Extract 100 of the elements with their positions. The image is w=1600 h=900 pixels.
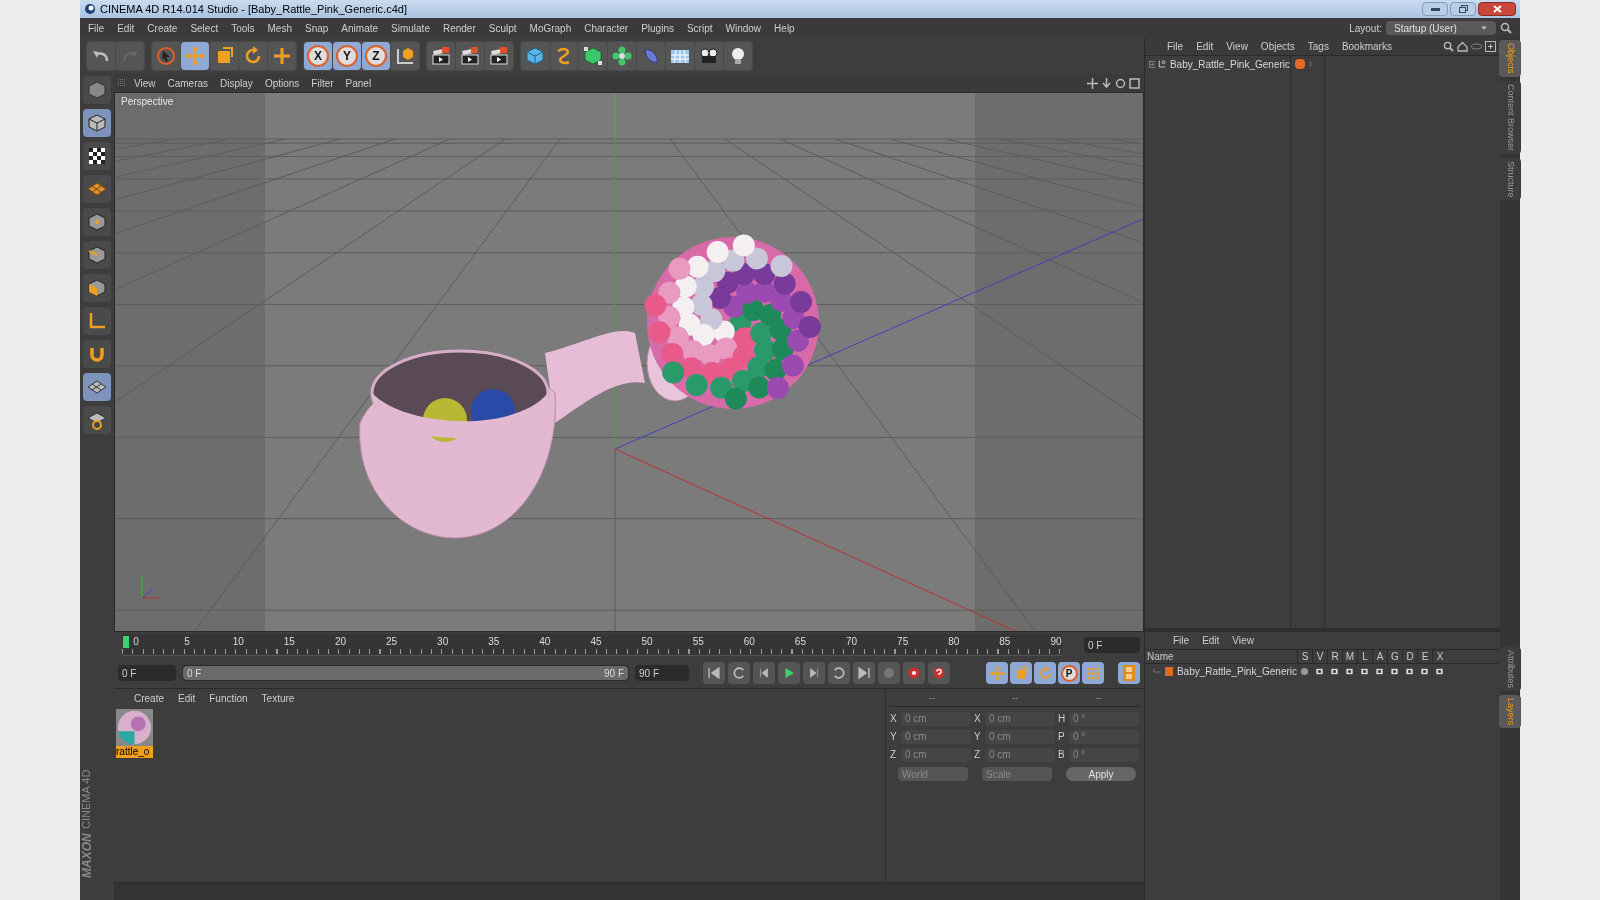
menu-item[interactable]: Panel	[345, 75, 372, 91]
menu-item[interactable]: File	[1173, 633, 1190, 648]
rotate-tool-button[interactable]	[239, 42, 267, 70]
render-tool-button[interactable]	[456, 42, 484, 70]
playback-button[interactable]	[728, 662, 750, 684]
menu-item[interactable]: Function	[209, 690, 248, 706]
minimize-button[interactable]	[1422, 2, 1448, 16]
playback-button[interactable]	[703, 662, 725, 684]
menu-item[interactable]: Options	[264, 75, 300, 91]
axis-lock-button[interactable]: X	[304, 42, 332, 70]
playback-button[interactable]	[753, 662, 775, 684]
playback-button[interactable]	[928, 662, 950, 684]
menu-item[interactable]: Animate	[341, 20, 379, 36]
material-swatch[interactable]: rattle_o	[116, 709, 153, 758]
scale-tool-button[interactable]	[210, 42, 238, 70]
menu-item[interactable]: File	[1167, 39, 1184, 54]
range-slider[interactable]: 0 F 90 F	[183, 666, 628, 680]
menu-item[interactable]: Edit	[1196, 39, 1214, 54]
menu-item[interactable]: Edit	[117, 20, 135, 36]
menu-item[interactable]: Bookmarks	[1341, 39, 1392, 54]
key-mode-button[interactable]	[1034, 662, 1056, 684]
playback-button[interactable]	[778, 662, 800, 684]
menu-item[interactable]: Filter	[311, 75, 334, 91]
eye-icon[interactable]	[1471, 41, 1482, 52]
select-tool-button[interactable]	[152, 42, 180, 70]
rotate-view-icon[interactable]	[1115, 77, 1126, 89]
playback-button[interactable]	[803, 662, 825, 684]
playback-button[interactable]	[853, 662, 875, 684]
key-mode-button[interactable]: P	[1058, 662, 1080, 684]
menu-item[interactable]: Help	[774, 20, 795, 36]
menu-item[interactable]: Display	[220, 75, 253, 91]
axis-lock-button[interactable]: Y	[333, 42, 361, 70]
menu-item[interactable]: Tags	[1307, 39, 1329, 54]
start-frame-field[interactable]: 0 F	[118, 665, 176, 681]
side-tab[interactable]: Attributes	[1499, 646, 1521, 691]
spline-tool-button[interactable]	[550, 42, 578, 70]
move-view-icon[interactable]	[1087, 77, 1098, 89]
side-tab[interactable]: Content Browser	[1499, 80, 1521, 154]
menu-item[interactable]: Snap	[305, 20, 329, 36]
viewport[interactable]: Perspective	[114, 92, 1144, 632]
menu-item[interactable]: Edit	[178, 690, 196, 706]
menu-item[interactable]: Edit	[1202, 633, 1220, 648]
end-frame-field[interactable]: 90 F	[635, 665, 689, 681]
palette-tool-button[interactable]	[83, 142, 111, 170]
coords-tool-button[interactable]	[391, 42, 419, 70]
menu-item[interactable]: Plugins	[641, 20, 674, 36]
menu-item[interactable]: MoGraph	[529, 20, 572, 36]
menu-item[interactable]: Script	[686, 20, 713, 36]
current-frame-field[interactable]: 0 F	[1084, 637, 1140, 653]
menu-item[interactable]: Select	[190, 20, 219, 36]
camera-tool-button[interactable]	[695, 42, 723, 70]
key-mode-button[interactable]	[1010, 662, 1032, 684]
axis-lock-button[interactable]: Z	[362, 42, 390, 70]
menu-item[interactable]: Character	[584, 20, 629, 36]
playback-button[interactable]	[828, 662, 850, 684]
timeline-ruler[interactable]: 0 5 10 15 20 25 30 35 40 45 50 55 60 65 70 75 80 85 90	[122, 634, 1062, 656]
object-name[interactable]: Baby_Rattle_Pink_Generic	[1169, 56, 1290, 72]
timeline-button[interactable]	[1118, 662, 1140, 684]
column-header: S	[1297, 649, 1312, 664]
home-icon[interactable]	[1457, 41, 1468, 52]
column-header: V	[1312, 649, 1327, 664]
render-tool-button[interactable]	[485, 42, 513, 70]
undo-tool-button[interactable]	[87, 42, 115, 70]
cube-tool-button[interactable]	[521, 42, 549, 70]
nurbs-tool-button[interactable]	[579, 42, 607, 70]
menu-item[interactable]: Cameras	[167, 75, 209, 91]
menu-item[interactable]: Window	[725, 20, 762, 36]
layer-name[interactable]: Baby_Rattle_Pink_Generic	[1176, 664, 1297, 679]
menu-item[interactable]: Render	[442, 20, 476, 36]
menu-item[interactable]: Texture	[261, 690, 295, 706]
key-mode-button[interactable]	[986, 662, 1008, 684]
maximize-view-icon[interactable]	[1129, 77, 1140, 89]
floor-tool-button[interactable]	[666, 42, 694, 70]
new-window-icon[interactable]	[1485, 41, 1496, 52]
menu-item[interactable]: Create	[147, 20, 178, 36]
restore-button[interactable]	[1450, 2, 1476, 16]
key-mode-button[interactable]	[1082, 662, 1104, 684]
menu-item[interactable]: View	[1226, 39, 1248, 54]
menu-item[interactable]: Simulate	[391, 20, 430, 36]
layout-dropdown[interactable]: Startup (User)	[1386, 21, 1496, 35]
menu-item[interactable]: Mesh	[267, 20, 292, 36]
menu-item[interactable]: Objects	[1260, 39, 1295, 54]
menu-item[interactable]: Tools	[231, 20, 255, 36]
apply-button[interactable]: Apply	[1066, 767, 1136, 781]
search-icon[interactable]	[1443, 41, 1454, 52]
render-tool-button[interactable]	[427, 42, 455, 70]
menu-item[interactable]: Create	[134, 690, 164, 706]
side-tab[interactable]: Structure	[1499, 157, 1521, 201]
playhead-marker[interactable]	[123, 636, 129, 648]
menu-item[interactable]: View	[134, 75, 156, 91]
add-tool-button[interactable]	[268, 42, 296, 70]
light-tool-button[interactable]	[724, 42, 752, 70]
zoom-view-icon[interactable]	[1101, 77, 1112, 89]
playback-button[interactable]	[903, 662, 925, 684]
close-button[interactable]	[1478, 2, 1516, 16]
array-tool-button[interactable]	[608, 42, 636, 70]
menu-item[interactable]: File	[88, 20, 105, 36]
search-icon[interactable]	[1500, 22, 1512, 34]
menu-item[interactable]: Sculpt	[488, 20, 517, 36]
menu-item[interactable]: View	[1232, 633, 1254, 648]
